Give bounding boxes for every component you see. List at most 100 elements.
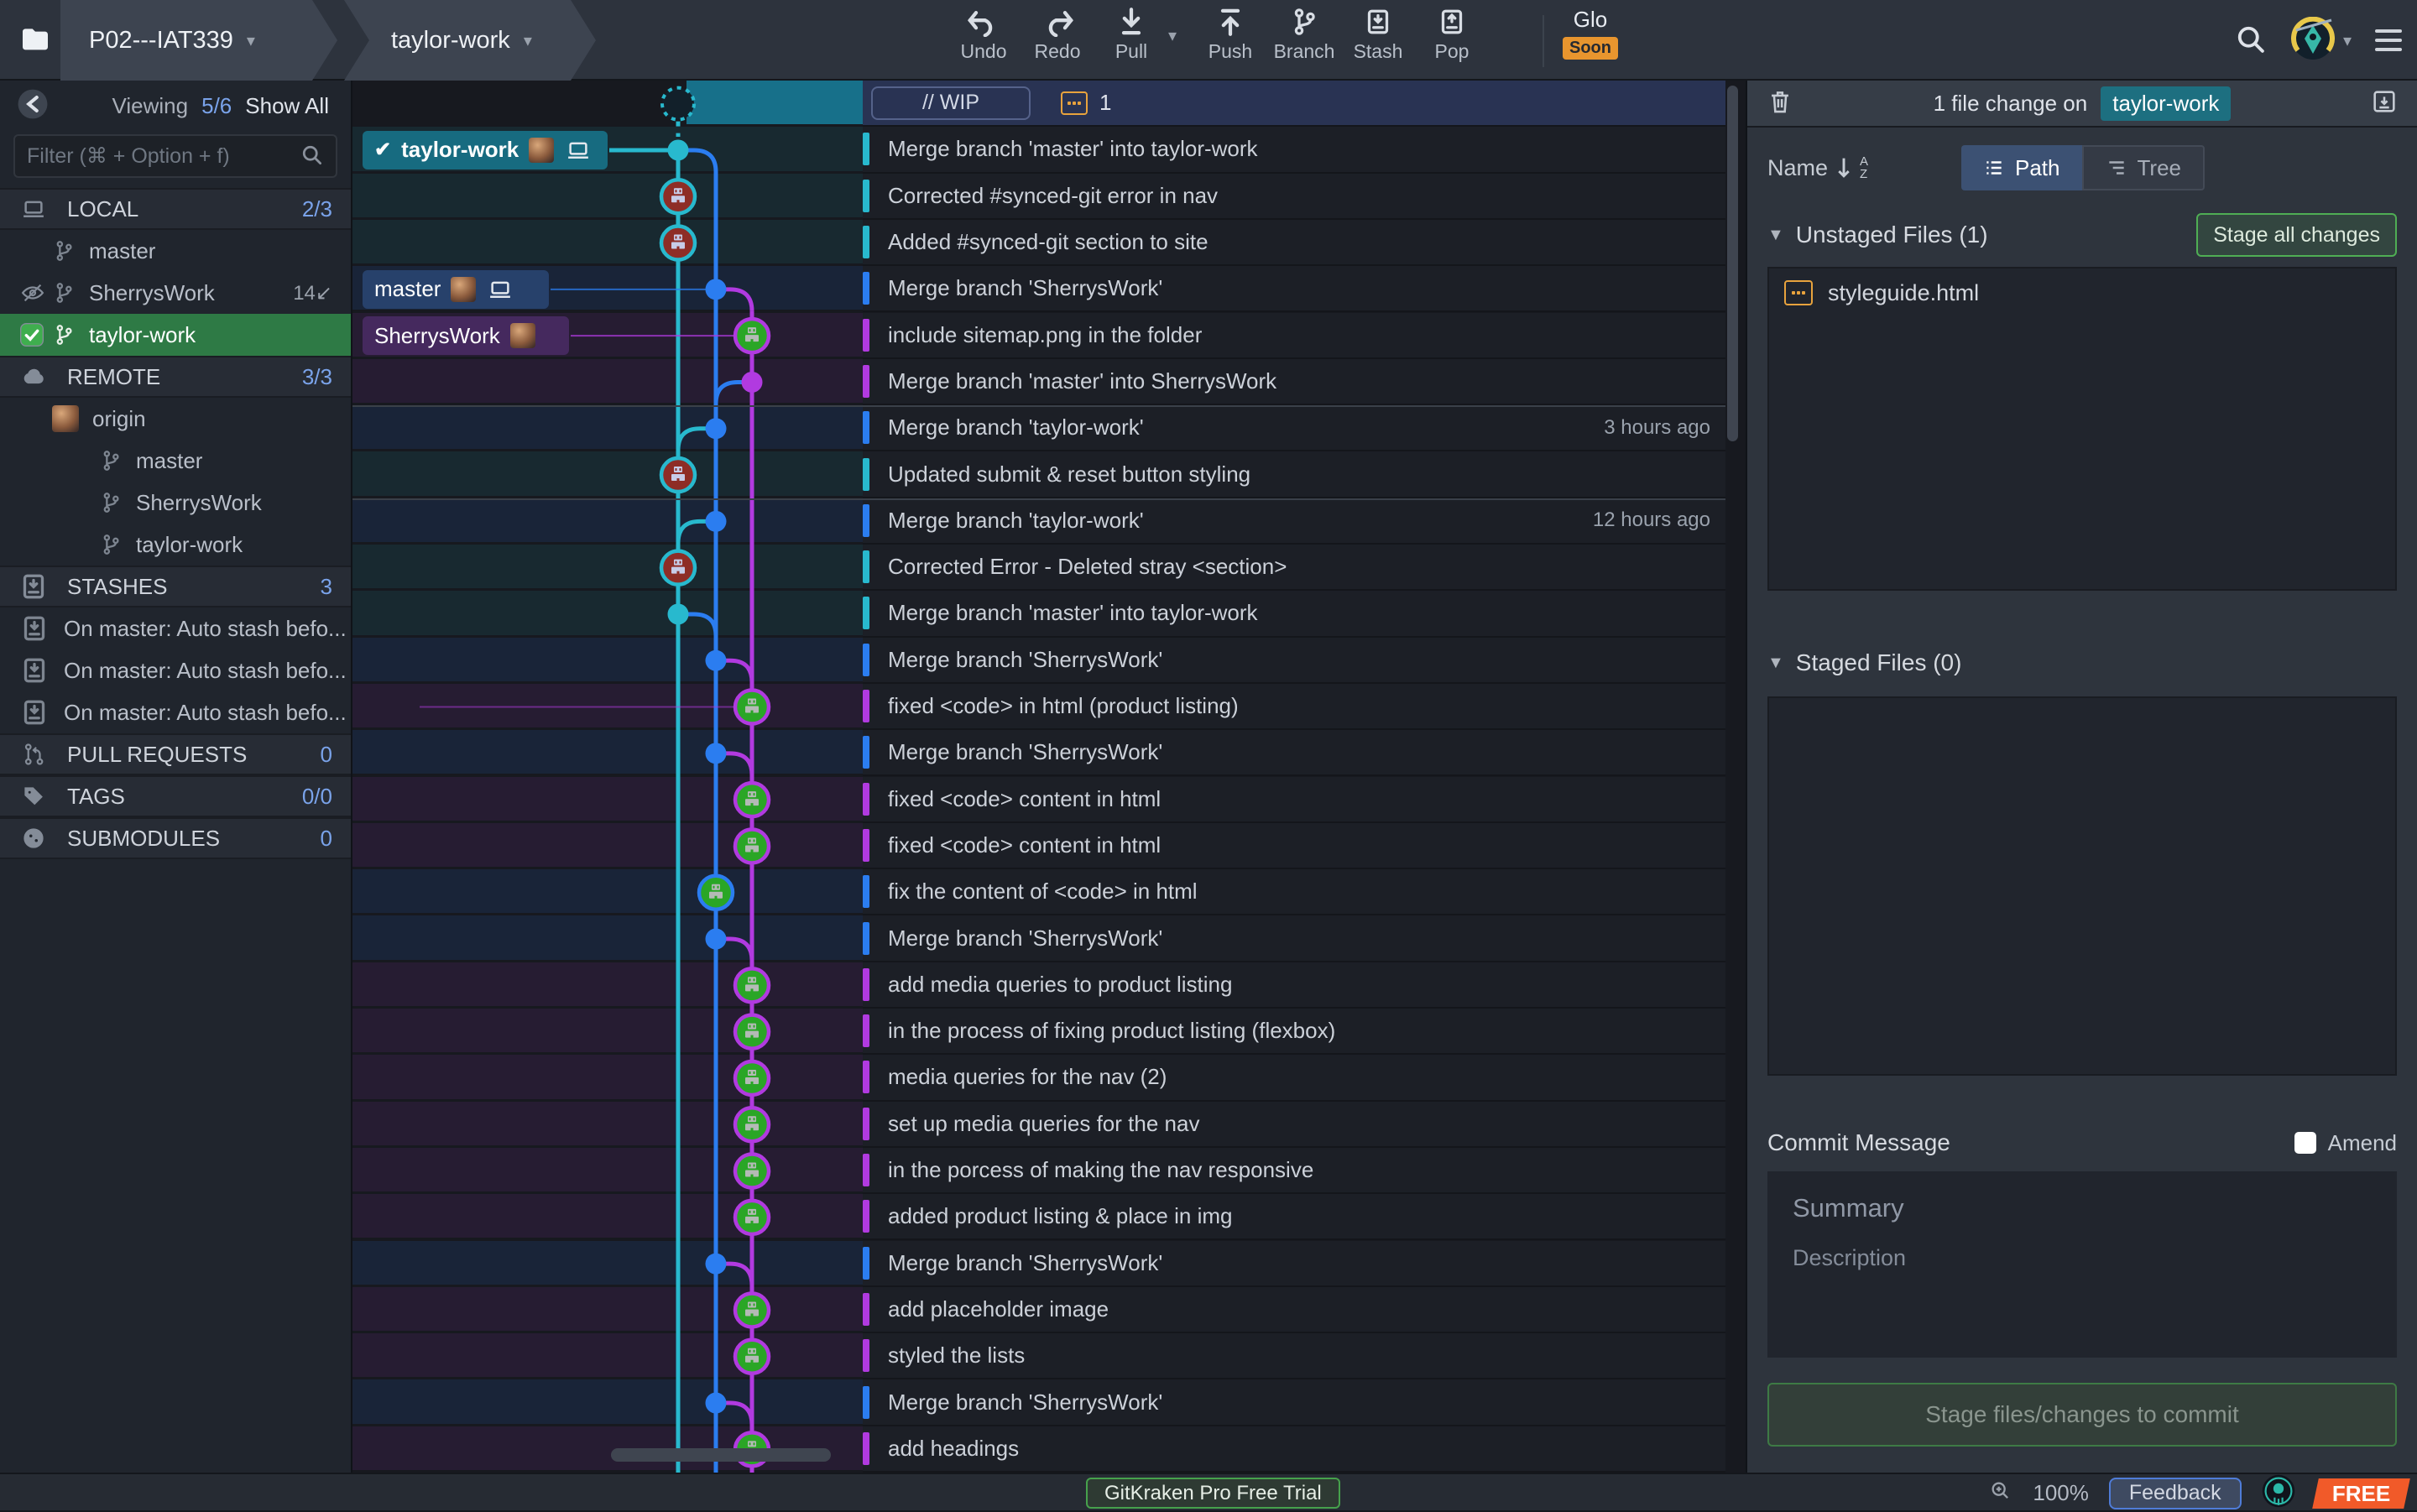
avatar-icon <box>52 405 79 432</box>
pro-trial-button[interactable]: GitKraken Pro Free Trial <box>1086 1478 1340 1509</box>
collapse-caret-icon[interactable]: ▼ <box>1767 654 1784 673</box>
sidebar-section-pull-requests[interactable]: PULL REQUESTS 0 <box>0 733 351 775</box>
ahead-behind-badge: 14↙ <box>293 281 332 305</box>
top-toolbar: P02---IAT339 ▾ taylor-work ▾ Undo Redo Pul… <box>0 0 2417 81</box>
branch-label-sherryswork[interactable]: SherrysWork <box>363 316 569 356</box>
item-label: master <box>89 237 156 263</box>
amend-checkbox[interactable] <box>2294 1132 2316 1154</box>
modified-file-icon <box>1784 280 1813 305</box>
export-icon[interactable] <box>2370 87 2399 120</box>
branch-label-text: SherrysWork <box>374 322 500 348</box>
zoom-level[interactable]: 100% <box>2033 1480 2089 1506</box>
branch-icon <box>52 239 76 263</box>
sort-az-icon: AZ <box>1860 154 1869 181</box>
branch-badge[interactable]: taylor-work <box>2101 86 2232 121</box>
plan-badge[interactable]: FREE <box>2311 1478 2410 1509</box>
left-sidebar: Viewing 5/6 Show All LOCAL 2/3 master Sherr… <box>0 81 352 1473</box>
folder-icon[interactable] <box>18 22 52 60</box>
sidebar-item-master[interactable]: master <box>0 230 351 272</box>
breadcrumb-repo[interactable]: P02---IAT339 ▾ <box>60 0 337 81</box>
staged-file-list <box>1767 696 2397 1076</box>
horizontal-scrollbar[interactable] <box>611 1448 831 1462</box>
sidebar-item-master[interactable]: master <box>0 440 351 482</box>
sidebar-section-tags[interactable]: TAGS 0/0 <box>0 775 351 817</box>
sidebar-section-submodules[interactable]: SUBMODULES 0 <box>0 817 351 859</box>
pull-dropdown-caret[interactable]: ▾ <box>1168 7 1193 46</box>
kraken-badge-icon[interactable] <box>2262 1474 2295 1512</box>
discard-trash-icon[interactable] <box>1766 87 1794 120</box>
feedback-button[interactable]: Feedback <box>2108 1477 2242 1509</box>
view-tree-button[interactable]: Tree <box>2081 145 2205 190</box>
repo-name: P02---IAT339 <box>89 26 233 54</box>
commit-graph-panel: // WIP 1 Merge branch 'master' into taylor… <box>352 81 1746 1473</box>
stash-button[interactable]: Stash <box>1341 7 1415 63</box>
sidebar-section-stashes[interactable]: STASHES 3 <box>0 566 351 607</box>
section-label: PULL REQUESTS <box>67 741 248 767</box>
sidebar-item-origin[interactable]: origin <box>0 398 351 440</box>
toolbar-divider <box>1543 15 1544 67</box>
branch-filter-input[interactable] <box>27 143 299 169</box>
collapse-sidebar-icon[interactable] <box>17 88 49 124</box>
section-count: 0 <box>320 825 332 851</box>
sidebar-item-taylor-work[interactable]: taylor-work <box>0 524 351 566</box>
zoom-icon[interactable] <box>1989 1479 2012 1507</box>
sort-by-name[interactable]: Name AZ <box>1767 155 1868 181</box>
file-row[interactable]: styleguide.html <box>1769 269 2395 317</box>
sidebar-item-on-master-auto-stash-befo-[interactable]: On master: Auto stash befo... <box>0 649 351 691</box>
time-group-separator <box>352 498 1725 500</box>
committer-avatar <box>509 323 535 349</box>
sidebar-item-sherryswork[interactable]: SherrysWork 14↙ <box>0 272 351 314</box>
summary-input[interactable] <box>1793 1193 2372 1223</box>
stage-to-commit-button[interactable]: Stage files/changes to commit <box>1767 1383 2397 1447</box>
section-label: LOCAL <box>67 196 139 222</box>
list-icon <box>1986 161 2002 175</box>
sidebar-sections: LOCAL 2/3 master SherrysWork 14↙ taylor-work R… <box>0 188 351 859</box>
breadcrumb-branch[interactable]: taylor-work ▾ <box>344 0 596 81</box>
hamburger-menu-icon[interactable] <box>2375 29 2402 51</box>
amend-toggle[interactable]: Amend <box>2294 1130 2397 1156</box>
sidebar-item-sherryswork[interactable]: SherrysWork <box>0 482 351 524</box>
sidebar-section-remote[interactable]: REMOTE 3/3 <box>0 356 351 398</box>
branch-label-taylor-work[interactable]: ✔ taylor-work <box>363 130 608 169</box>
pull-button[interactable]: Pull <box>1094 7 1168 63</box>
glo-button[interactable]: Glo Soon <box>1563 7 1618 60</box>
user-avatar[interactable] <box>2290 16 2335 65</box>
pop-button[interactable]: Pop <box>1415 7 1489 63</box>
section-count: 3/3 <box>301 363 332 389</box>
chevron-down-icon: ▾ <box>246 31 255 50</box>
section-count: 0 <box>320 741 332 767</box>
unstaged-file-list: styleguide.html <box>1767 267 2397 591</box>
redo-icon <box>1039 7 1076 37</box>
pull-icon <box>1115 7 1148 37</box>
undo-button[interactable]: Undo <box>947 7 1021 63</box>
vertical-scrollbar[interactable] <box>1727 86 1738 441</box>
search-icon[interactable] <box>2232 21 2268 60</box>
view-path-button[interactable]: Path <box>1961 145 2082 190</box>
stash-icon <box>1362 7 1394 37</box>
branch-button[interactable]: Branch <box>1267 7 1341 63</box>
sidebar-item-on-master-auto-stash-befo-[interactable]: On master: Auto stash befo... <box>0 607 351 649</box>
item-label: master <box>136 447 203 473</box>
file-change-summary: 1 file change on <box>1933 90 2088 116</box>
collapse-caret-icon[interactable]: ▼ <box>1767 226 1784 245</box>
push-button[interactable]: Push <box>1193 7 1267 63</box>
branch-filter <box>13 134 337 178</box>
amend-label: Amend <box>2327 1129 2397 1155</box>
sidebar-item-taylor-work[interactable]: taylor-work <box>0 314 351 356</box>
chevron-down-icon[interactable]: ▾ <box>2343 30 2352 51</box>
sidebar-section-local[interactable]: LOCAL 2/3 <box>0 188 351 230</box>
branch-icon <box>1287 7 1321 37</box>
glo-label: Glo <box>1573 7 1608 32</box>
stash-icon <box>18 655 50 686</box>
redo-button[interactable]: Redo <box>1021 7 1094 63</box>
item-label: On master: Auto stash befo... <box>64 615 347 641</box>
section-label: REMOTE <box>67 363 161 389</box>
description-input[interactable] <box>1793 1245 2372 1337</box>
show-all-button[interactable]: Show All <box>245 93 329 119</box>
stage-all-button[interactable]: Stage all changes <box>2196 213 2397 257</box>
checkbox-icon[interactable] <box>18 321 45 348</box>
branch-label-master[interactable]: master <box>363 269 549 309</box>
section-label: STASHES <box>67 573 168 599</box>
sidebar-item-on-master-auto-stash-befo-[interactable]: On master: Auto stash befo... <box>0 691 351 733</box>
section-count: 3 <box>320 573 332 599</box>
